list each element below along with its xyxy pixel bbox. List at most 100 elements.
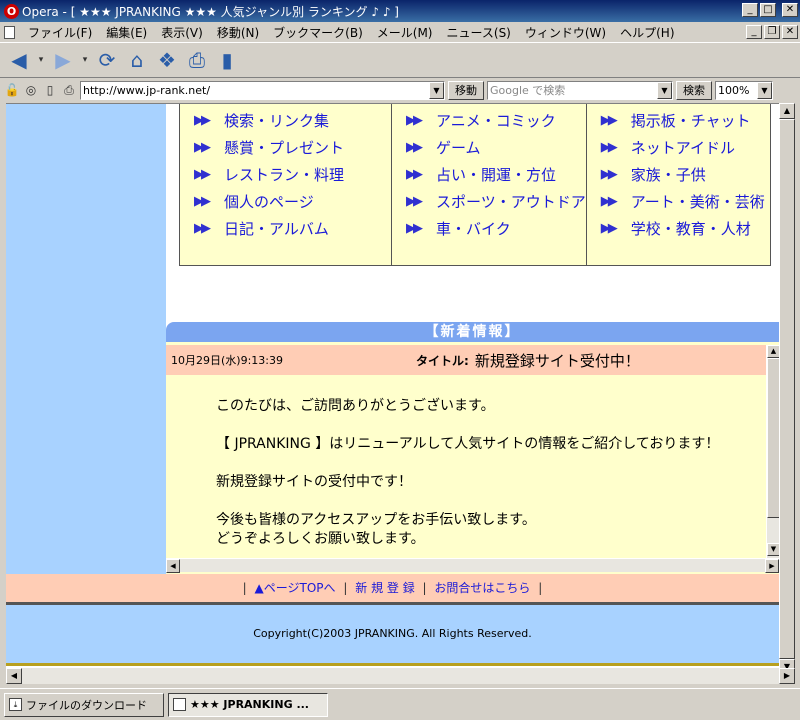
news-section-header: 【新着情報】 <box>166 322 779 342</box>
genre-link[interactable]: ▶▶ スポーツ・アウトドア <box>392 188 586 215</box>
genre-link[interactable]: ▶▶ 学校・教育・人材 <box>587 215 770 242</box>
genre-link[interactable]: ▶▶ 家族・子供 <box>587 161 770 188</box>
contact-link[interactable]: お問合せはこちら <box>434 581 530 595</box>
menu-file[interactable]: ファイル(F) <box>21 24 99 41</box>
go-button[interactable]: 移動 <box>448 80 484 100</box>
reload-icon[interactable]: ⟳ <box>94 46 120 74</box>
url-dropdown-icon[interactable]: ▼ <box>429 81 444 99</box>
double-arrow-icon: ▶▶ <box>194 113 211 128</box>
menu-mail[interactable]: メール(M) <box>370 24 440 41</box>
genre-link[interactable]: ▶▶ アニメ・コミック <box>392 107 586 134</box>
page-icon[interactable]: ▮ <box>214 46 240 74</box>
genre-link[interactable]: ▶▶ 日記・アルバム <box>180 215 391 242</box>
news-title: 新規登録サイト受付中！ <box>474 351 640 370</box>
doc-minimize-button[interactable]: _ <box>746 25 762 39</box>
page-viewport: ▶▶ 検索・リンク集 ▶▶ 懸賞・プレゼント ▶▶ レストラン・料理 ▶▶ 個人のページ… <box>6 103 779 668</box>
menu-bookmarks[interactable]: ブックマーク(B) <box>266 24 370 41</box>
page-horizontal-scrollbar[interactable]: ◀ ▶ <box>6 668 795 684</box>
news-meta-row: 10月29日(水)9:13:39 タイトル: 新規登録サイト受付中！ <box>166 345 766 375</box>
page-top-link[interactable]: ▲ページTOPへ <box>255 581 336 595</box>
genre-link[interactable]: ▶▶ 占い・開運・方位 <box>392 161 586 188</box>
news-title-label: タイトル: <box>416 353 469 368</box>
menu-view[interactable]: 表示(V) <box>154 24 210 41</box>
search-button[interactable]: 検索 <box>676 80 712 100</box>
menu-edit[interactable]: 編集(E) <box>99 24 154 41</box>
close-button[interactable]: ✕ <box>782 3 798 17</box>
scroll-down-arrow-icon[interactable]: ▼ <box>767 543 779 556</box>
genre-link[interactable]: ▶▶ 車・バイク <box>392 215 586 242</box>
page-info-icon[interactable]: ▯ <box>42 82 58 98</box>
news-horizontal-scrollbar[interactable]: ◀ ▶ <box>166 558 779 573</box>
cookie-icon[interactable]: ◎ <box>23 82 39 98</box>
menu-help[interactable]: ヘルプ(H) <box>613 24 681 41</box>
menu-bar: ファイル(F) 編集(E) 表示(V) 移動(N) ブックマーク(B) メール(… <box>0 22 800 42</box>
left-sidebar <box>6 104 166 574</box>
news-paragraph: 【 JPRANKING 】はリニューアルして人気サイトの情報をご紹介しております… <box>216 436 720 452</box>
news-vertical-scrollbar[interactable]: ▲ ▼ <box>766 345 779 558</box>
double-arrow-icon: ▶▶ <box>406 140 423 155</box>
home-icon[interactable]: ⌂ <box>124 46 150 74</box>
register-link[interactable]: 新 規 登 録 <box>355 581 414 595</box>
window-task-bar: ⤓ ファイルのダウンロード ★★★ JPRANKING ... <box>0 688 800 720</box>
double-arrow-icon: ▶▶ <box>194 167 211 182</box>
page-task-button[interactable]: ★★★ JPRANKING ... <box>168 692 328 717</box>
url-input[interactable]: http://www.jp-rank.net/ ▼ <box>80 80 445 100</box>
window-title-bar[interactable]: O Opera - [ ★★★ JPRANKING ★★★ 人気ジャンル別 ラン… <box>0 0 800 22</box>
scroll-up-arrow-icon[interactable]: ▲ <box>767 345 779 358</box>
forward-history-dropdown-icon[interactable]: ▾ <box>80 46 90 74</box>
zoom-value: 100% <box>718 83 750 97</box>
scrollbar-thumb[interactable] <box>767 358 779 518</box>
doc-restore-button[interactable]: ❐ <box>764 25 780 39</box>
hotlist-icon[interactable]: ❖ <box>154 46 180 74</box>
menu-navigate[interactable]: 移動(N) <box>210 24 266 41</box>
window-title: Opera - [ ★★★ JPRANKING ★★★ 人気ジャンル別 ランキン… <box>22 4 399 19</box>
double-arrow-icon: ▶▶ <box>600 113 618 128</box>
doc-close-button[interactable]: ✕ <box>782 25 798 39</box>
page-scrollbar-thumb[interactable] <box>779 119 795 659</box>
address-bar: 🔓 ◎ ▯ ⎙ http://www.jp-rank.net/ ▼ 移動 Goo… <box>0 79 800 101</box>
download-icon: ⤓ <box>9 698 22 711</box>
news-body: このたびは、ご訪問ありがとうございます。 【 JPRANKING 】はリニューア… <box>216 397 719 549</box>
opera-logo-icon: O <box>4 3 19 19</box>
genre-link[interactable]: ▶▶ ゲーム <box>392 134 586 161</box>
double-arrow-icon: ▶▶ <box>600 221 618 236</box>
search-engine-dropdown-icon[interactable]: ▼ <box>657 81 672 99</box>
double-arrow-icon: ▶▶ <box>194 194 211 209</box>
page-scroll-up-arrow-icon[interactable]: ▲ <box>779 103 795 119</box>
genre-link[interactable]: ▶▶ アート・美術・芸術 <box>587 188 770 215</box>
scroll-left-arrow-icon[interactable]: ◀ <box>166 559 180 573</box>
news-panel: 10月29日(水)9:13:39 タイトル: 新規登録サイト受付中！ このたびは… <box>166 342 779 574</box>
print-icon[interactable]: ⎙ <box>184 46 210 74</box>
minimize-button[interactable]: _ <box>742 3 758 17</box>
download-task-button[interactable]: ⤓ ファイルのダウンロード <box>4 692 164 717</box>
genre-link[interactable]: ▶▶ レストラン・料理 <box>180 161 391 188</box>
genre-link[interactable]: ▶▶ 懸賞・プレゼント <box>180 134 391 161</box>
security-lock-icon[interactable]: 🔓 <box>4 82 20 98</box>
page-scroll-right-arrow-icon[interactable]: ▶ <box>779 668 795 684</box>
double-arrow-icon: ▶▶ <box>406 167 423 182</box>
zoom-dropdown-icon[interactable]: ▼ <box>757 81 772 99</box>
scroll-right-arrow-icon[interactable]: ▶ <box>765 559 779 573</box>
page-vertical-scrollbar[interactable]: ▲ ▼ <box>779 103 795 675</box>
genre-link[interactable]: ▶▶ ネットアイドル <box>587 134 770 161</box>
search-input[interactable]: Google で検索 ▼ <box>487 80 673 100</box>
copyright-text: Copyright(C)2003 JPRANKING. All Rights R… <box>6 605 779 663</box>
menu-news[interactable]: ニュース(S) <box>439 24 517 41</box>
news-paragraph: このたびは、ご訪問ありがとうございます。 <box>216 398 495 414</box>
print-small-icon[interactable]: ⎙ <box>61 82 77 98</box>
zoom-select[interactable]: 100% ▼ <box>715 80 773 100</box>
document-icon <box>4 25 15 39</box>
double-arrow-icon: ▶▶ <box>600 167 618 182</box>
maximize-button[interactable]: □ <box>760 3 776 17</box>
menu-window[interactable]: ウィンドウ(W) <box>518 24 613 41</box>
back-history-dropdown-icon[interactable]: ▾ <box>36 46 46 74</box>
page-scroll-left-arrow-icon[interactable]: ◀ <box>6 668 22 684</box>
back-arrow-icon[interactable]: ◀ <box>6 46 32 74</box>
genre-link[interactable]: ▶▶ 掲示板・チャット <box>587 107 770 134</box>
forward-arrow-icon[interactable]: ▶ <box>50 46 76 74</box>
double-arrow-icon: ▶▶ <box>194 140 211 155</box>
footer-links: | ▲ページTOPへ | 新 規 登 録 | お問合せはこちら | <box>6 574 779 602</box>
search-placeholder: Google で検索 <box>490 83 566 97</box>
genre-link[interactable]: ▶▶ 検索・リンク集 <box>180 107 391 134</box>
genre-link[interactable]: ▶▶ 個人のページ <box>180 188 391 215</box>
